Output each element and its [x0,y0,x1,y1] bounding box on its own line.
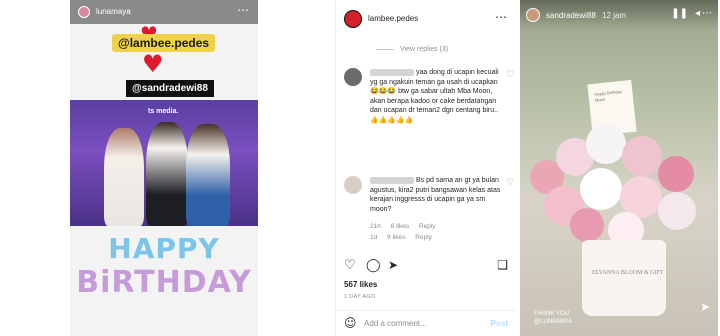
mention-tag[interactable]: @lambee.pedes [112,34,216,52]
redacted-username [370,176,414,184]
post-actions: ♡ ◯ ➤ ❑ [344,258,508,278]
caption-text: THANK YOU [534,311,569,317]
birthday-text: BiRTHDAY [76,265,252,300]
comment-text: Bs pd sama an gt ya bulan agustus, kira2… [370,176,502,214]
post-header: lambee.pedes ⋯ [336,8,516,30]
comment-time: 1d [370,234,378,241]
comment-meta: 1d 9 likes Reply [370,234,440,241]
share-icon[interactable]: ➤ [388,258,398,272]
comment-item: yaa dong di ucapin kecuali yg ga ngakuin… [344,68,514,230]
flower [658,192,696,230]
post-username[interactable]: lambee.pedes [368,14,418,23]
like-count[interactable]: 567 likes [344,280,377,289]
story-username[interactable]: lunamaya [96,7,131,16]
comment-likes[interactable]: 9 likes [387,234,405,241]
flower [580,168,622,210]
group-photo: ts media. [70,100,258,226]
more-options-icon[interactable]: ⋯ [495,10,508,24]
avatar[interactable] [344,68,362,86]
heart-outline-icon[interactable]: ♡ [344,258,356,273]
story-username[interactable]: sandradewi88 [546,11,596,20]
heart-icon: ♥ [142,50,164,78]
bookmark-icon[interactable]: ❑ [497,258,508,272]
send-icon[interactable]: ➤ [700,300,710,314]
avatar[interactable] [344,10,362,28]
flower [570,208,604,242]
reply-button[interactable]: Reply [415,234,432,241]
screenshot-collage: lunamaya ⋯ ♥ @lambee.pedes ♥ @sandradewi… [0,0,720,336]
story-header: lunamaya ⋯ [70,0,258,24]
heart-outline-icon[interactable]: ♡ [506,70,514,80]
avatar[interactable] [344,176,362,194]
mention-tag[interactable]: @sandradewi88 [126,80,214,97]
birthday-graphic: HAPPY BiRTHDAY [70,230,258,300]
add-comment-input[interactable]: Add a comment... [364,319,427,328]
more-options-icon[interactable]: ⋯ [702,8,712,19]
story-panel-left: lunamaya ⋯ ♥ @lambee.pedes ♥ @sandradewi… [70,0,258,336]
post-time: 1 DAY AGO [344,294,376,300]
flower [586,124,626,164]
person-figure [104,128,144,226]
flower-box: ELVANNA BLOOM & GIFT [582,240,666,316]
avatar[interactable] [78,6,90,18]
flower [658,156,694,192]
add-comment-row: ☺ Add a comment... Post [336,310,516,336]
comment-body: yaa dong di ucapin kecuali yg ga ngakuin… [370,69,499,124]
caption-text: @LUNAMAYA [534,319,573,325]
view-replies-link[interactable]: View replies (3) [376,46,448,53]
story-time: 12 jam [602,11,627,20]
card-text: Happy Birthday Moon [594,88,622,103]
comment-text: yaa dong di ucapin kecuali yg ga ngakuin… [370,68,502,125]
story-panel-right: sandradewi88 12 jam ❚❚ ◂ ⋯ Happy Birthda… [520,0,718,336]
person-figure [146,122,188,226]
mute-icon[interactable]: ◂ [695,8,700,19]
flower-bouquet [530,120,710,250]
more-options-icon[interactable]: ⋯ [237,3,250,17]
person-figure [186,124,230,226]
pause-icon[interactable]: ❚❚ [671,8,688,19]
birthday-text: HAPPY [108,232,220,265]
story-header: sandradewi88 12 jam ❚❚ ◂ ⋯ [520,0,718,30]
photo-logo: ts media. [148,108,179,115]
comment-item: Bs pd sama an gt ya bulan agustus, kira2… [344,176,514,246]
post-button[interactable]: Post [491,319,508,328]
heart-outline-icon[interactable]: ♡ [506,178,514,188]
redacted-username [370,68,414,76]
post-comments-panel: lambee.pedes ⋯ View replies (3) yaa dong… [335,0,516,336]
avatar[interactable] [526,8,540,22]
box-text: ELVANNA BLOOM & GIFT [592,270,664,276]
emoji-icon[interactable]: ☺ [344,316,357,330]
story-caption: THANK YOU @LUNAMAYA [534,310,572,326]
comment-icon[interactable]: ◯ [366,258,381,273]
flower [622,136,662,176]
